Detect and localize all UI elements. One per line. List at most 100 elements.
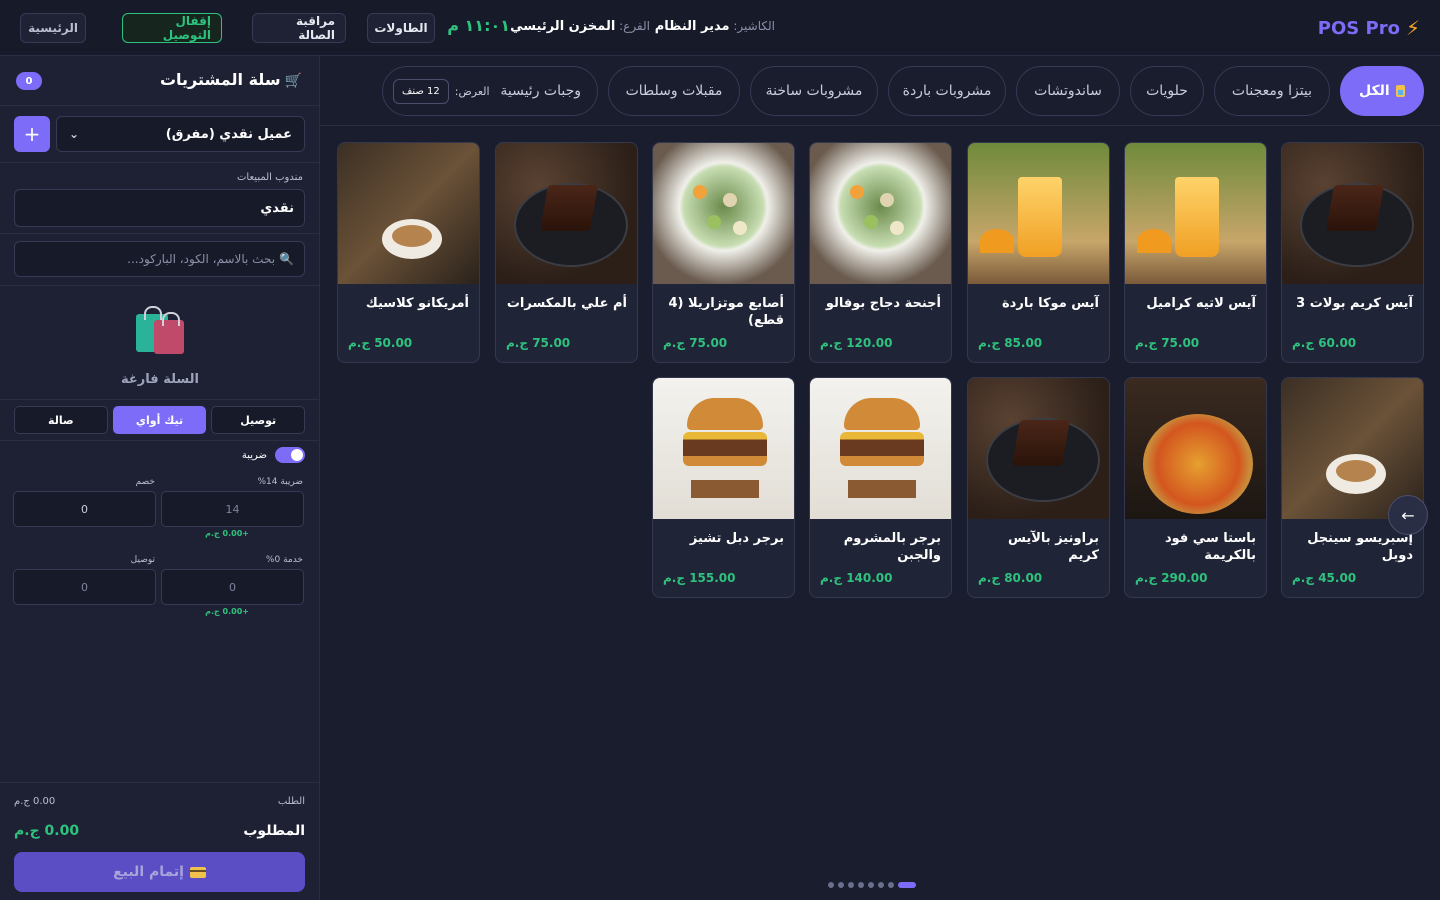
category-appetizers[interactable]: مقبلات وسلطات <box>608 66 740 116</box>
close-delivery-button[interactable]: إقفال التوصيل <box>122 13 222 43</box>
category-sandwiches[interactable]: ساندوتشات <box>1016 66 1120 116</box>
product-name: برجر بالمشروم والجبن <box>843 531 941 563</box>
product-name: برجر دبل تشيز <box>689 531 784 546</box>
page-dot[interactable] <box>838 882 844 888</box>
empty-cart-text: السلة فارغة <box>121 372 199 387</box>
customer-select[interactable]: عميل نقدي (مفرق) ⌄ <box>56 116 305 152</box>
category-hot-drinks[interactable]: مشروبات ساخنة <box>750 66 878 116</box>
product-name: باستا سي فود بالكريمة <box>1164 531 1256 563</box>
divider <box>0 440 320 441</box>
product-card[interactable]: براونيز بالآيس كريم 80.00 ج.م <box>967 377 1110 598</box>
page-dot[interactable] <box>878 882 884 888</box>
divider <box>0 233 320 234</box>
top-bar: ⚡ POS Pro الكاشير: مدير النظام الفرع: ال… <box>0 0 1440 56</box>
product-image <box>1125 378 1266 519</box>
category-all[interactable]: الكل <box>1340 66 1424 116</box>
product-name: أمريكانو كلاسيك <box>365 296 469 311</box>
cashier-label: الكاشير: <box>733 19 775 33</box>
page-dot[interactable] <box>858 882 864 888</box>
category-desserts[interactable]: حلويات <box>1130 66 1204 116</box>
product-image <box>653 378 794 519</box>
product-name: آيس موكا باردة <box>1002 296 1099 311</box>
page-dot[interactable] <box>848 882 854 888</box>
product-price: 50.00 ج.م <box>348 336 413 350</box>
service-field[interactable]: 0 <box>161 569 304 605</box>
page-dot[interactable] <box>898 882 916 888</box>
branch-label: الفرع: <box>619 19 650 33</box>
product-image <box>968 378 1109 519</box>
product-card[interactable]: أم علي بالمكسرات 75.00 ج.م <box>495 142 638 363</box>
tax-rate-field[interactable]: 14 <box>161 491 304 527</box>
add-customer-button[interactable]: + <box>14 116 50 152</box>
tables-button[interactable]: الطاولات <box>367 13 435 43</box>
customer-value: عميل نقدي (مفرق) <box>165 126 292 142</box>
product-name: أم علي بالمكسرات <box>506 296 627 311</box>
brand-name: POS Pro <box>1317 17 1400 39</box>
order-type-delivery[interactable]: توصيل <box>211 406 305 434</box>
clock: ١١:٠١ م <box>447 16 510 35</box>
product-card[interactable]: أمريكانو كلاسيك 50.00 ج.م <box>337 142 480 363</box>
product-card[interactable]: باستا سي فود بالكريمة 290.00 ج.م <box>1124 377 1267 598</box>
branch-info: الفرع: المخزن الرئيسي <box>510 19 650 34</box>
search-placeholder: بحث بالاسم، الكود، الباركود... <box>127 252 276 266</box>
total-row: المطلوب 0.00 ج.م <box>14 823 305 843</box>
product-price: 45.00 ج.م <box>1292 571 1357 585</box>
tax-toggle-label: ضريبة <box>241 449 267 461</box>
cart-panel: 🛒سلة المشتريات 0 + عميل نقدي (مفرق) ⌄ من… <box>0 56 320 900</box>
order-type-takeaway[interactable]: تيك أواي <box>112 406 207 434</box>
home-button[interactable]: الرئيسية <box>20 13 86 43</box>
product-price: 120.00 ج.م <box>820 336 893 350</box>
store-icon <box>1395 85 1405 97</box>
salesrep-field[interactable]: نقدي <box>14 189 305 227</box>
product-card[interactable]: برجر بالمشروم والجبن 140.00 ج.م <box>809 377 952 598</box>
page-dot[interactable] <box>888 882 894 888</box>
page-dot[interactable] <box>868 882 874 888</box>
product-name: آيس كريم بولات 3 <box>1296 296 1413 311</box>
product-card[interactable]: أصابع موتزاريلا (4 قطع) 75.00 ج.م <box>652 142 795 363</box>
delivery-fee-label: توصيل <box>130 555 155 565</box>
tax-toggle[interactable] <box>275 447 305 463</box>
view-label: العرض: <box>454 84 490 98</box>
cart-title: 🛒سلة المشتريات <box>160 70 302 89</box>
discount-label: خصم <box>135 477 155 487</box>
complete-sale-label: إتمام البيع <box>113 864 184 880</box>
product-card[interactable]: إسبريسو سينجل دوبل 45.00 ج.م <box>1281 377 1424 598</box>
category-pizza[interactable]: بيتزا ومعجنات <box>1214 66 1330 116</box>
service-amount: +0.00 ج.م <box>205 607 249 616</box>
product-card[interactable]: آيس كريم بولات 3 60.00 ج.م <box>1281 142 1424 363</box>
category-cold-drinks[interactable]: مشروبات باردة <box>888 66 1006 116</box>
page-dot[interactable] <box>828 882 834 888</box>
product-card[interactable]: آيس لاتيه كراميل 75.00 ج.م <box>1124 142 1267 363</box>
service-label: خدمة 0% <box>265 555 303 565</box>
delivery-fee-field[interactable]: 0 <box>13 569 156 605</box>
salesrep-value: نقدي <box>260 200 294 216</box>
product-image <box>810 143 951 284</box>
tax-toggle-row: ضريبة <box>242 446 305 464</box>
hall-monitor-button[interactable]: مراقبة الصالة <box>252 13 346 43</box>
product-price: 60.00 ج.م <box>1292 336 1357 350</box>
cart-count-badge: 0 <box>16 72 42 90</box>
order-type-dine-in[interactable]: صالة <box>13 406 108 434</box>
arrow-left-icon[interactable]: ← <box>1388 495 1428 535</box>
pagination-dots <box>828 882 916 888</box>
tax-amount: +0.00 ج.م <box>205 529 249 538</box>
product-name: براونيز بالآيس كريم <box>1007 531 1099 563</box>
divider <box>0 285 320 286</box>
product-card[interactable]: آيس موكا باردة 85.00 ج.م <box>967 142 1110 363</box>
discount-field[interactable]: 0 <box>13 491 156 527</box>
product-image <box>653 143 794 284</box>
divider <box>0 399 320 400</box>
product-image <box>1125 143 1266 284</box>
product-price: 80.00 ج.م <box>978 571 1043 585</box>
product-card[interactable]: أجنحة دجاج بوفالو 120.00 ج.م <box>809 142 952 363</box>
cashier-name: مدير النظام <box>654 19 730 34</box>
total-value: 0.00 ج.م <box>14 823 80 839</box>
view-count: العرض: 12 صنف <box>393 78 490 104</box>
product-card[interactable]: برجر دبل تشيز 155.00 ج.م <box>652 377 795 598</box>
cashier-info: الكاشير: مدير النظام <box>655 19 775 34</box>
category-main-meals[interactable]: وجبات رئيسية العرض: 12 صنف <box>382 66 598 116</box>
product-image <box>1282 143 1423 284</box>
complete-sale-button[interactable]: إتمام البيع <box>14 852 305 892</box>
search-input[interactable]: 🔍 بحث بالاسم، الكود، الباركود... <box>14 241 305 277</box>
product-price: 75.00 ج.م <box>663 336 728 350</box>
